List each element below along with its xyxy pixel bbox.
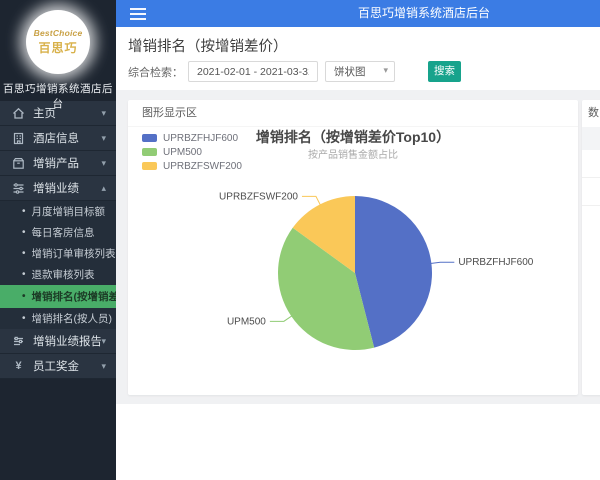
bullet-icon: • — [22, 269, 26, 280]
sidebar-subitem-ranking-by-person[interactable]: • 增销排名(按人员) — [0, 308, 116, 329]
yen-icon: ¥ — [15, 359, 22, 372]
sidebar-menu: 主页 ▾ 酒店信息 ▾ 增销产品 ▾ 增销业绩 ▴ • 月度增销目标额 • 每日… — [0, 101, 133, 379]
filter-bar: 综合检索： 饼状图 ▾ 搜索 — [128, 61, 461, 82]
sidebar-item-label: 主页 — [33, 108, 56, 120]
topbar: 百思巧增销系统酒店后台 — [116, 0, 600, 27]
search-label: 综合检索： — [128, 66, 183, 79]
bullet-icon: • — [22, 248, 26, 259]
chart-display-panel: 图形显示区 UPRBZFHJF600 UPM500 UPRBZFSWF200 增… — [128, 100, 578, 395]
chevron-down-icon: ▾ — [101, 360, 106, 371]
sidebar-item-upsell-performance[interactable]: 增销业绩 ▴ — [0, 176, 116, 201]
submenu-label: 退款审核列表 — [31, 269, 95, 281]
chevron-down-icon: ▾ — [101, 335, 106, 346]
right-panel-header: 数 — [588, 107, 599, 119]
logo-brand-cn-text: 百思巧 — [38, 41, 78, 55]
pie-callout-line — [430, 261, 455, 264]
submenu-label: 每日客房信息 — [31, 227, 95, 239]
hamburger-menu-icon[interactable] — [130, 8, 146, 20]
logo-brand-text: BestChoice — [33, 28, 83, 38]
hotel-icon — [12, 132, 25, 145]
sidebar-subitem-ranking-by-margin[interactable]: • 增销排名(按增销差价) — [0, 285, 133, 308]
submenu-label: 月度增销目标额 — [31, 206, 106, 218]
sidebar-item-upsell-products[interactable]: 增销产品 ▾ — [0, 151, 116, 176]
home-icon — [12, 107, 25, 120]
product-icon — [12, 157, 25, 170]
page-header: 增销排名（按增销差价） 综合检索： 饼状图 ▾ 搜索 — [116, 27, 600, 90]
chevron-up-icon: ▴ — [101, 182, 106, 193]
sidebar: BestChoice 百思巧 百思巧增销系统酒店后台 主页 ▾ 酒店信息 ▾ 增… — [0, 0, 133, 480]
chevron-down-icon: ▾ — [101, 107, 106, 118]
chart-title: 增销排名（按增销差价Top10） — [255, 129, 451, 145]
submenu-label: 增销订单审核列表 — [31, 248, 116, 260]
sidebar-subitem-refund-review-list[interactable]: • 退款审核列表 — [0, 264, 116, 285]
logo-circle: BestChoice 百思巧 — [26, 10, 90, 74]
pie-slice-label: UPM500 — [227, 316, 266, 327]
pie-callout-line — [269, 315, 293, 322]
chevron-down-icon: ▾ — [101, 132, 106, 143]
date-range-input[interactable] — [188, 61, 318, 82]
pie-slice-label: UPRBZFHJF600 — [458, 257, 533, 268]
table-header-band — [582, 127, 600, 150]
data-display-panel-clipped: 数 — [582, 100, 600, 395]
bullet-icon: • — [22, 227, 26, 238]
chevron-down-icon: ▾ — [101, 157, 106, 168]
sidebar-item-label: 增销业绩报告 — [33, 336, 102, 348]
submenu-label: 增销排名(按人员) — [31, 313, 113, 325]
table-row-divider — [582, 177, 600, 178]
sidebar-subitem-order-review-list[interactable]: • 增销订单审核列表 — [0, 243, 116, 264]
sidebar-item-label: 员工奖金 — [33, 361, 79, 373]
sidebar-item-employee-bonus[interactable]: ¥ 员工奖金 ▾ — [0, 354, 116, 379]
report-icon — [12, 335, 25, 348]
table-row-divider — [582, 205, 600, 206]
topbar-title: 百思巧增销系统酒店后台 — [357, 6, 491, 20]
search-button[interactable]: 搜索 — [428, 61, 461, 82]
sidebar-item-label: 增销业绩 — [33, 183, 79, 195]
chart-type-select[interactable]: 饼状图 ▾ — [325, 61, 395, 82]
pie-callout-line — [301, 195, 321, 206]
sidebar-item-performance-report[interactable]: 增销业绩报告 ▾ — [0, 329, 116, 354]
sidebar-subitem-daily-room-info[interactable]: • 每日客房信息 — [0, 222, 116, 243]
chart-panel-header: 图形显示区 — [128, 100, 578, 127]
sidebar-item-hotel-info[interactable]: 酒店信息 ▾ — [0, 126, 116, 151]
brand-logo: BestChoice 百思巧 百思巧增销系统酒店后台 — [0, 0, 116, 110]
app-window: BestChoice 百思巧 百思巧增销系统酒店后台 主页 ▾ 酒店信息 ▾ 增… — [0, 0, 600, 480]
pie-slice-label: UPRBZFSWF200 — [219, 191, 298, 202]
bullet-icon: • — [22, 313, 26, 324]
bullet-icon: • — [22, 206, 26, 217]
sidebar-item-label: 增销产品 — [33, 158, 79, 170]
chevron-down-icon: ▾ — [383, 65, 388, 75]
sidebar-subitem-monthly-target[interactable]: • 月度增销目标额 — [0, 201, 116, 222]
legend-swatch — [142, 162, 157, 170]
page-title: 增销排名（按增销差价） — [128, 39, 288, 55]
pie-chart[interactable]: UPRBZFHJF600 UPM500 UPRBZFSWF200 — [198, 158, 558, 388]
performance-submenu: • 月度增销目标额 • 每日客房信息 • 增销订单审核列表 • 退款审核列表 • — [0, 201, 133, 329]
sidebar-item-home[interactable]: 主页 ▾ — [0, 101, 116, 126]
sidebar-item-label: 酒店信息 — [33, 133, 79, 145]
bullet-icon: • — [22, 291, 26, 302]
performance-icon — [12, 182, 25, 195]
content-area: 图形显示区 UPRBZFHJF600 UPM500 UPRBZFSWF200 增… — [116, 90, 600, 404]
